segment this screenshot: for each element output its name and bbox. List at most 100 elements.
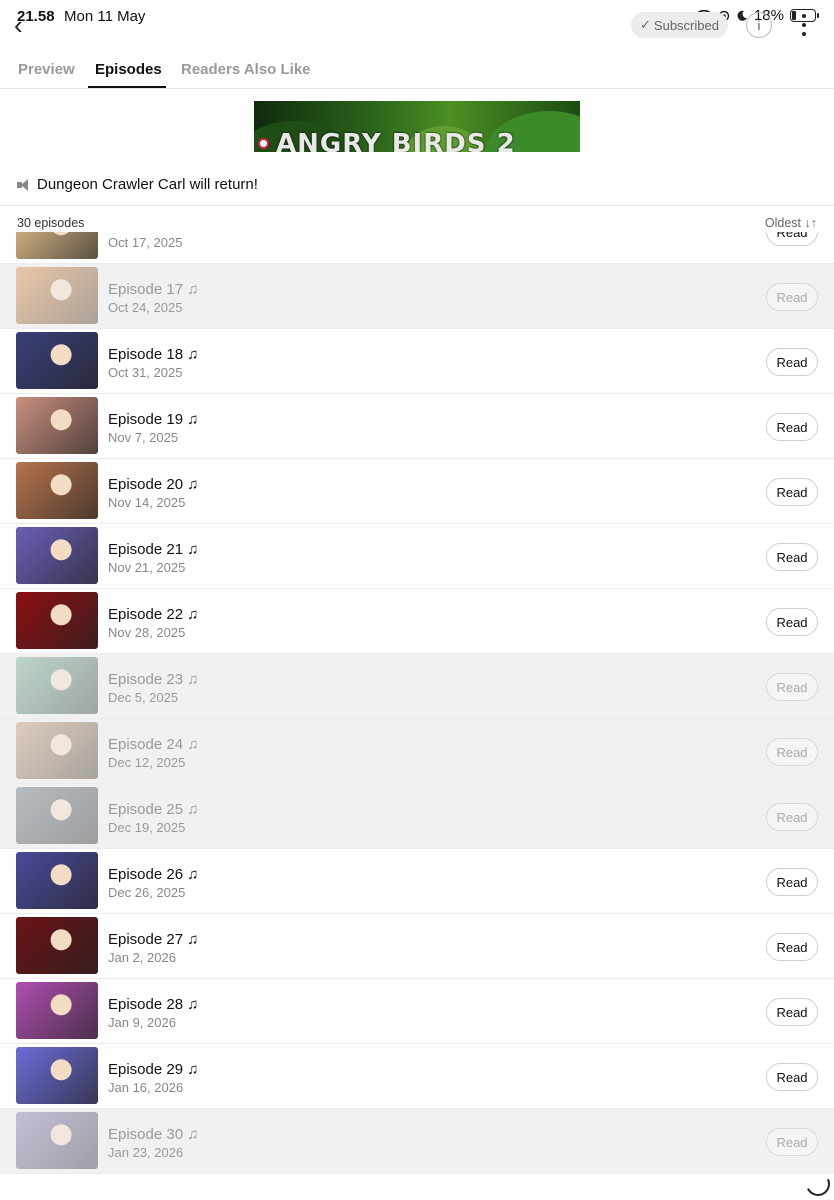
episode-date: Oct 31, 2025 <box>108 365 183 380</box>
announcement: Dungeon Crawler Carl will return! <box>17 176 258 193</box>
episode-row[interactable]: Episode 25 ♫ Dec 19, 2025 Read <box>0 784 834 849</box>
read-button[interactable]: Read <box>766 868 818 896</box>
episode-count: 30 episodes <box>17 216 85 230</box>
episode-title: Episode 20 ♫ <box>108 476 199 493</box>
read-button[interactable]: Read <box>766 1063 818 1091</box>
episode-row[interactable]: Episode 23 ♫ Dec 5, 2025 Read <box>0 654 834 719</box>
episode-row[interactable]: Episode 20 ♫ Nov 14, 2025 Read <box>0 459 834 524</box>
episode-date: Oct 24, 2025 <box>108 300 183 315</box>
read-button[interactable]: Read <box>766 1128 818 1156</box>
tab-preview[interactable]: Preview <box>18 61 75 78</box>
episode-row[interactable]: Episode 22 ♫ Nov 28, 2025 Read <box>0 589 834 654</box>
episode-row[interactable]: Episode 21 ♫ Nov 21, 2025 Read <box>0 524 834 589</box>
episode-title: Episode 25 ♫ <box>108 801 199 818</box>
episode-title: Episode 19 ♫ <box>108 411 199 428</box>
ad-badge-icon <box>258 138 269 149</box>
episode-thumbnail <box>16 527 98 584</box>
episode-row[interactable]: Episode 24 ♫ Dec 12, 2025 Read <box>0 719 834 784</box>
announcement-text: Dungeon Crawler Carl will return! <box>37 176 258 193</box>
subscribed-label: Subscribed <box>653 17 719 33</box>
read-button[interactable]: Read <box>766 608 818 636</box>
episode-date: Dec 12, 2025 <box>108 755 186 770</box>
episode-row[interactable]: Episode 18 ♫ Oct 31, 2025 Read <box>0 329 834 394</box>
episode-thumbnail <box>16 332 98 389</box>
active-tab-indicator <box>88 86 166 88</box>
read-button[interactable]: Read <box>766 413 818 441</box>
read-button[interactable]: Read <box>766 738 818 766</box>
episode-title: Episode 23 ♫ <box>108 671 199 688</box>
episode-date: Nov 7, 2025 <box>108 430 179 445</box>
read-button[interactable]: Read <box>766 283 818 311</box>
episode-thumbnail <box>16 462 98 519</box>
episode-thumbnail <box>16 917 98 974</box>
episode-row[interactable]: Oct 17, 2025 Read <box>0 232 834 264</box>
ad-title: ANGRY BIRDS 2 <box>276 129 516 152</box>
episode-row[interactable]: Episode 28 ♫ Jan 9, 2026 Read <box>0 979 834 1044</box>
episode-thumbnail <box>16 657 98 714</box>
episode-thumbnail <box>16 397 98 454</box>
episode-date: Jan 16, 2026 <box>108 1080 184 1095</box>
episode-thumbnail <box>16 1112 98 1169</box>
read-button[interactable]: Read <box>766 543 818 571</box>
divider <box>0 205 834 206</box>
episode-title: Episode 26 ♫ <box>108 866 199 883</box>
episode-date: Nov 14, 2025 <box>108 495 186 510</box>
read-button[interactable]: Read <box>766 478 818 506</box>
episode-title: Episode 30 ♫ <box>108 1126 199 1143</box>
episode-row[interactable]: Episode 29 ♫ Jan 16, 2026 Read <box>0 1044 834 1109</box>
episode-date: Jan 23, 2026 <box>108 1145 184 1160</box>
tab-episodes[interactable]: Episodes <box>95 61 162 78</box>
episode-thumbnail <box>16 787 98 844</box>
episode-date: Oct 17, 2025 <box>108 235 183 250</box>
episode-thumbnail <box>16 722 98 779</box>
more-options-button[interactable] <box>796 12 812 38</box>
episode-thumbnail <box>16 267 98 324</box>
episode-row[interactable]: Episode 26 ♫ Dec 26, 2025 Read <box>0 849 834 914</box>
episode-row[interactable]: Episode 27 ♫ Jan 2, 2026 Read <box>0 914 834 979</box>
more-dot-icon <box>802 31 806 36</box>
read-button[interactable]: Read <box>766 673 818 701</box>
episode-date: Nov 28, 2025 <box>108 625 186 640</box>
episode-title: Episode 18 ♫ <box>108 346 199 363</box>
episode-thumbnail <box>16 982 98 1039</box>
info-button[interactable]: i <box>746 12 772 38</box>
episode-title: Episode 29 ♫ <box>108 1061 199 1078</box>
episode-thumbnail <box>16 232 98 259</box>
episode-title: Episode 22 ♫ <box>108 606 199 623</box>
ad-banner[interactable]: ANGRY BIRDS 2 <box>254 101 580 152</box>
back-button[interactable]: ‹ <box>14 12 40 38</box>
tab-readers-also-like[interactable]: Readers Also Like <box>181 61 311 78</box>
read-button[interactable]: Read <box>766 803 818 831</box>
read-button[interactable]: Read <box>766 348 818 376</box>
status-date: Mon 11 May <box>64 8 146 25</box>
episode-date: Dec 26, 2025 <box>108 885 186 900</box>
subscribed-button[interactable]: ✓ Subscribed <box>631 12 728 38</box>
episode-date: Dec 19, 2025 <box>108 820 186 835</box>
sort-toggle[interactable]: Oldest ↓↑ <box>765 216 817 230</box>
chevron-left-icon: ‹ <box>14 10 23 40</box>
tab-bar: Preview Episodes Readers Also Like <box>0 52 834 89</box>
episode-row[interactable]: Episode 17 ♫ Oct 24, 2025 Read <box>0 264 834 329</box>
episode-title: Episode 27 ♫ <box>108 931 199 948</box>
episode-title: Episode 24 ♫ <box>108 736 199 753</box>
episode-title: Episode 28 ♫ <box>108 996 199 1013</box>
read-button[interactable]: Read <box>766 933 818 961</box>
read-button[interactable]: Read <box>766 998 818 1026</box>
episode-date: Jan 9, 2026 <box>108 1015 176 1030</box>
episode-title: Episode 17 ♫ <box>108 281 199 298</box>
info-icon: i <box>757 17 761 33</box>
episode-thumbnail <box>16 852 98 909</box>
episode-list: Oct 17, 2025 Read Episode 17 ♫ Oct 24, 2025… <box>0 232 834 1177</box>
episode-thumbnail <box>16 592 98 649</box>
episode-title: Episode 21 ♫ <box>108 541 199 558</box>
speaker-icon <box>17 178 31 191</box>
episode-date: Dec 5, 2025 <box>108 690 179 705</box>
read-button[interactable]: Read <box>766 232 818 246</box>
episode-date: Nov 21, 2025 <box>108 560 186 575</box>
episode-row[interactable]: Episode 19 ♫ Nov 7, 2025 Read <box>0 394 834 459</box>
more-dot-icon <box>802 14 806 19</box>
episode-row[interactable]: Episode 30 ♫ Jan 23, 2026 Read <box>0 1109 834 1174</box>
episode-date: Jan 2, 2026 <box>108 950 176 965</box>
check-icon: ✓ <box>640 17 651 32</box>
episode-thumbnail <box>16 1047 98 1104</box>
